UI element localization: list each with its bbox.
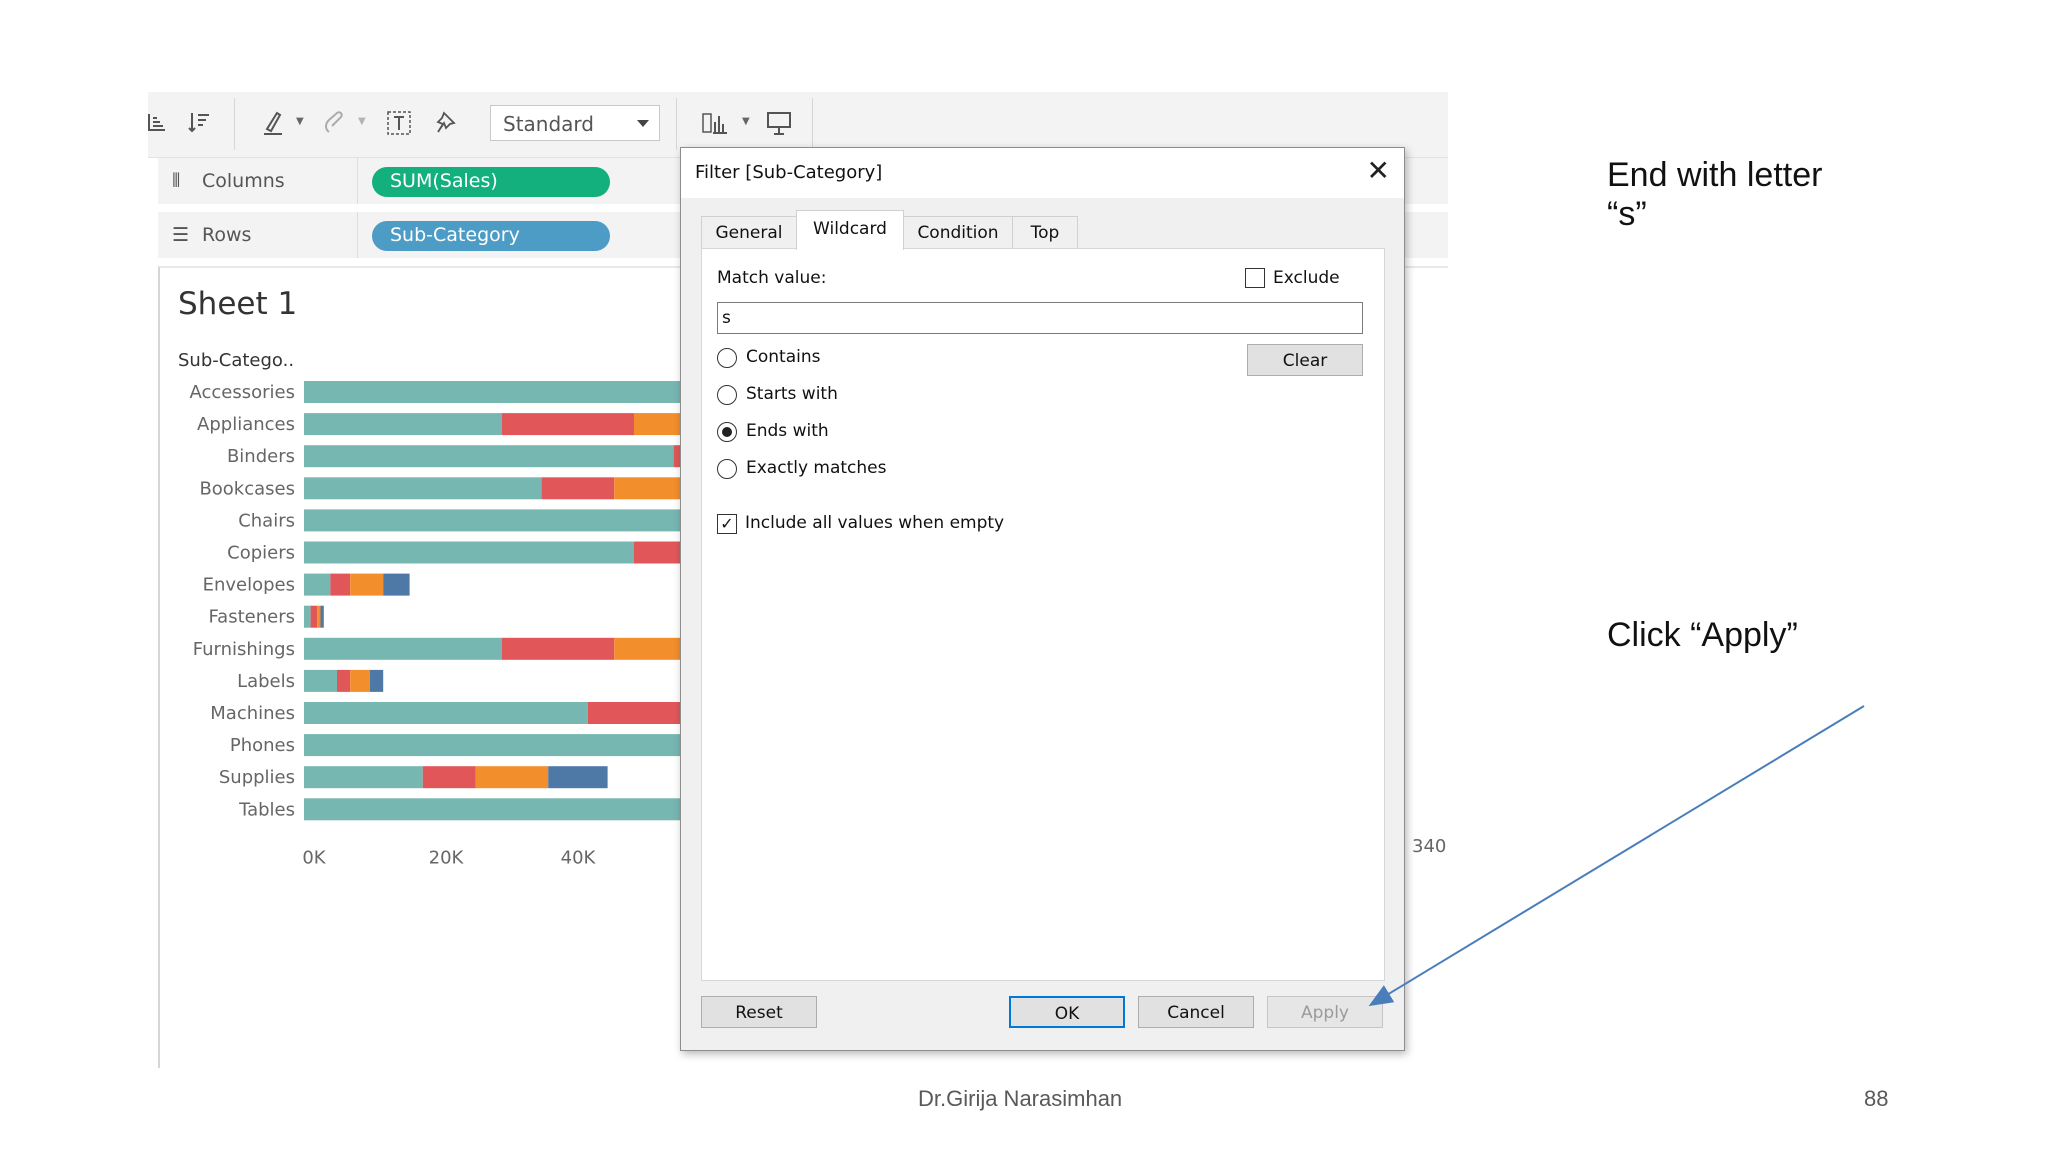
tab-wildcard[interactable]: Wildcard — [796, 210, 904, 250]
annotation-arrow — [1368, 705, 1865, 1007]
footer-author: Dr.Girija Narasimhan — [918, 1086, 1123, 1111]
arrow-line — [1368, 705, 1865, 1007]
page-number: 88 — [1864, 1086, 1889, 1111]
